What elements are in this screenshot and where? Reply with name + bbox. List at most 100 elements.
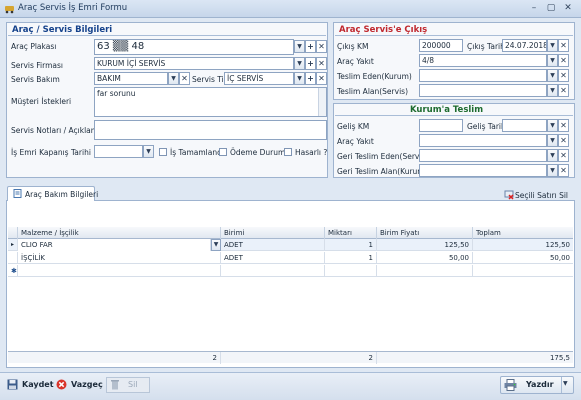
plate-dropdown[interactable]: ▼: [294, 40, 305, 53]
tip-dropdown[interactable]: ▼: [294, 72, 305, 85]
new-row[interactable]: ✱: [8, 265, 573, 277]
tip-clear-button[interactable]: ✕: [316, 72, 327, 85]
notes-textarea[interactable]: [94, 120, 327, 140]
exit-fuel-dropdown[interactable]: ▼: [547, 54, 558, 67]
firm-add-button[interactable]: +: [305, 57, 316, 70]
bakim-clear-button[interactable]: ✕: [179, 72, 190, 85]
unit-price-cell[interactable]: [377, 265, 473, 277]
delete-selected-row-link[interactable]: Seçili Satırı Sil: [515, 191, 568, 200]
qty-cell[interactable]: 1: [325, 239, 377, 251]
return-received-dropdown[interactable]: ▼: [547, 164, 558, 177]
material-cell[interactable]: İŞÇİLİK: [18, 252, 221, 264]
exit-date-input[interactable]: 24.07.2018: [502, 39, 547, 52]
damaged-checkbox[interactable]: [284, 148, 292, 156]
section-divider: [335, 35, 573, 36]
exit-fuel-clear-button[interactable]: ✕: [558, 54, 569, 67]
exit-km-input[interactable]: 200000: [419, 39, 463, 52]
close-date-input[interactable]: [94, 145, 143, 158]
delivered-by-input[interactable]: [419, 69, 547, 82]
col-header-material[interactable]: Malzeme / İşçilik: [18, 227, 221, 239]
qty-cell[interactable]: 1: [325, 252, 377, 264]
close-date-dropdown[interactable]: ▼: [143, 145, 154, 158]
return-date-input[interactable]: [502, 119, 547, 132]
firm-input[interactable]: KURUM İÇİ SERVİS: [94, 57, 294, 70]
tip-label: Servis Tip: [192, 75, 229, 84]
window-title: Araç Servis İş Emri Formu: [18, 3, 128, 13]
row-indicator: [8, 252, 18, 264]
col-header-qty[interactable]: Miktarı: [325, 227, 377, 239]
bakim-input[interactable]: BAKIM: [94, 72, 168, 85]
grid-footer: 2 2 175,5: [8, 351, 573, 364]
plate-label: Araç Plakası: [11, 42, 57, 51]
col-header-total[interactable]: Toplam: [473, 227, 573, 239]
maximize-button[interactable]: ▢: [544, 3, 558, 14]
document-icon: [13, 189, 22, 198]
exit-fuel-input[interactable]: 4/8: [419, 54, 547, 67]
printer-icon: [504, 379, 517, 391]
plate-clear-button[interactable]: ✕: [316, 40, 327, 53]
unit-price-cell[interactable]: 50,00: [377, 252, 473, 264]
return-date-dropdown[interactable]: ▼: [547, 119, 558, 132]
firm-clear-button[interactable]: ✕: [316, 57, 327, 70]
col-header-unit-price[interactable]: Birim Fiyatı: [377, 227, 473, 239]
tip-input[interactable]: İÇ SERVİS: [224, 72, 294, 85]
job-done-label: İş Tamamlandı: [170, 148, 224, 157]
table-row[interactable]: İŞÇİLİK ADET 1 50,00 50,00: [8, 252, 573, 264]
qty-cell[interactable]: [325, 265, 377, 277]
section-title-return: Kurum'a Teslim: [410, 105, 484, 115]
material-cell[interactable]: CLIO FAR: [18, 239, 211, 251]
plate-input[interactable]: 63 ▒▒ 48: [94, 39, 294, 55]
return-fuel-dropdown[interactable]: ▼: [547, 134, 558, 147]
bakim-dropdown[interactable]: ▼: [168, 72, 179, 85]
table-row[interactable]: ▸ CLIO FAR ▼ ADET 1 125,50 125,50: [8, 239, 573, 251]
return-received-label: Geri Teslim Alan(Kurum): [337, 167, 428, 176]
footer-qty-sum: 2: [325, 352, 377, 364]
plate-add-button[interactable]: +: [305, 40, 316, 53]
payment-status-label: Ödeme Durumu: [230, 148, 291, 157]
save-label: Kaydet: [22, 380, 54, 389]
received-by-dropdown[interactable]: ▼: [547, 84, 558, 97]
received-by-label: Teslim Alan(Servis): [337, 87, 408, 96]
return-delivered-dropdown[interactable]: ▼: [547, 149, 558, 162]
return-received-input[interactable]: [419, 164, 547, 177]
unit-price-cell[interactable]: 125,50: [377, 239, 473, 251]
footer-count: 2: [18, 352, 221, 364]
unit-cell[interactable]: [221, 265, 325, 277]
return-delivered-input[interactable]: [419, 149, 547, 162]
received-by-clear-button[interactable]: ✕: [558, 84, 569, 97]
total-cell[interactable]: 50,00: [473, 252, 573, 264]
return-km-input[interactable]: [419, 119, 463, 132]
material-cell[interactable]: [18, 265, 221, 277]
total-cell[interactable]: 125,50: [473, 239, 573, 251]
return-date-clear-button[interactable]: ✕: [558, 119, 569, 132]
minimize-button[interactable]: –: [527, 3, 541, 14]
print-dropdown-arrow[interactable]: ▼: [563, 380, 568, 387]
print-split-divider: [561, 377, 562, 393]
requests-textarea[interactable]: far sorunu: [94, 87, 327, 117]
delivered-by-clear-button[interactable]: ✕: [558, 69, 569, 82]
payment-status-checkbox[interactable]: [219, 148, 227, 156]
unit-cell[interactable]: ADET: [221, 239, 325, 251]
exit-date-clear-button[interactable]: ✕: [558, 39, 569, 52]
return-fuel-clear-button[interactable]: ✕: [558, 134, 569, 147]
total-cell[interactable]: [473, 265, 573, 277]
return-received-clear-button[interactable]: ✕: [558, 164, 569, 177]
material-dropdown[interactable]: ▼: [211, 239, 221, 251]
return-fuel-input[interactable]: [419, 134, 547, 147]
requests-scrollbar[interactable]: [318, 88, 326, 116]
bakim-label: Servis Bakım: [11, 75, 60, 84]
section-divider: [8, 35, 326, 36]
delivered-by-dropdown[interactable]: ▼: [547, 69, 558, 82]
col-header-unit[interactable]: Birimi: [221, 227, 325, 239]
firm-label: Servis Firması: [11, 61, 63, 70]
requests-label: Müşteri İstekleri: [11, 97, 72, 106]
return-delivered-clear-button[interactable]: ✕: [558, 149, 569, 162]
received-by-input[interactable]: [419, 84, 547, 97]
tip-add-button[interactable]: +: [305, 72, 316, 85]
close-window-button[interactable]: ✕: [561, 3, 575, 14]
exit-date-dropdown[interactable]: ▼: [547, 39, 558, 52]
firm-dropdown[interactable]: ▼: [294, 57, 305, 70]
footer-total-sum: 175,5: [549, 354, 570, 362]
job-done-checkbox[interactable]: [159, 148, 167, 156]
unit-cell[interactable]: ADET: [221, 252, 325, 264]
